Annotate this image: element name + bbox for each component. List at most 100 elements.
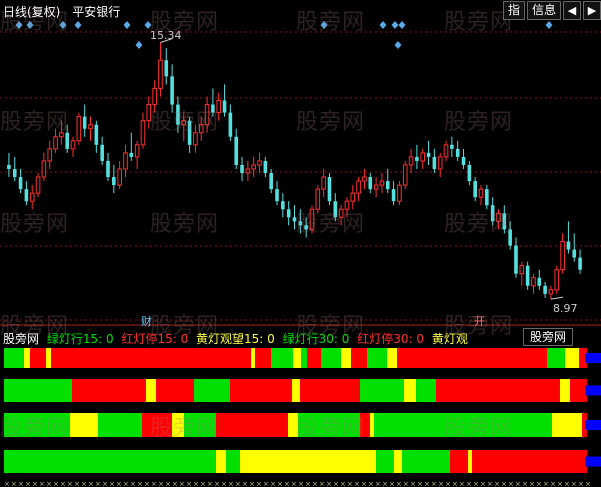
candle-body xyxy=(455,148,460,157)
candle-body xyxy=(309,208,315,230)
candle-body xyxy=(187,120,192,145)
candle-body xyxy=(65,132,69,149)
candle-body xyxy=(117,168,122,186)
signal-diamond xyxy=(15,21,23,29)
candle-body xyxy=(146,104,152,122)
axis-tick-mark: × xyxy=(389,480,395,487)
axis-tick-mark: × xyxy=(60,480,66,487)
candle-body xyxy=(12,168,17,178)
candle-body xyxy=(18,177,23,190)
axis-tick-mark: × xyxy=(81,480,87,487)
candle-body xyxy=(7,164,11,169)
arrow-left-icon[interactable]: ◀ xyxy=(563,1,581,20)
chart-header: 日线(复权) 平安银行 指 信息 ◀ ▶ xyxy=(0,0,601,20)
axis-tick-mark: × xyxy=(67,480,73,487)
candle-body xyxy=(193,132,198,146)
axis-tick-mark: × xyxy=(53,480,59,487)
candle-body xyxy=(269,173,273,190)
candle-body xyxy=(198,124,204,134)
signal-diamond xyxy=(26,21,34,29)
axis-tick-mark: × xyxy=(158,480,164,487)
signal-bar-segment xyxy=(436,379,560,402)
signal-bar-segment xyxy=(30,348,46,368)
signal-diamond xyxy=(394,41,402,49)
open-marker[interactable]: 开 xyxy=(474,313,485,329)
signal-bar-segment xyxy=(321,348,341,368)
candle-body xyxy=(140,120,146,146)
header-buttons: 指 信息 ◀ ▶ xyxy=(501,1,601,20)
axis-tick-mark: × xyxy=(466,480,472,487)
candle-body xyxy=(338,208,344,218)
axis-tick-mark: × xyxy=(179,480,185,487)
axis-tick-mark: × xyxy=(312,480,318,487)
candle-body xyxy=(315,188,321,210)
yellow-watch-15: 黄灯观望15: 0 xyxy=(196,332,275,346)
axis-tick-mark: × xyxy=(522,480,528,487)
yellow-watch: 黄灯观 xyxy=(431,332,468,346)
indicator-tab[interactable]: 股旁网 xyxy=(522,328,573,346)
candle-body xyxy=(263,160,268,174)
indicator-button[interactable]: 指 xyxy=(502,1,525,20)
candle-body xyxy=(41,160,47,178)
signal-row-blue-marker xyxy=(585,385,601,396)
axis-tick-mark: × xyxy=(571,480,577,487)
candle-body xyxy=(437,156,443,170)
candle-body xyxy=(397,184,402,202)
signal-bar-segment xyxy=(46,348,51,368)
signal-bar-segment xyxy=(156,379,194,402)
candle-body xyxy=(47,148,53,162)
candle-body xyxy=(222,100,227,113)
candle-body xyxy=(164,60,169,77)
signal-bar-segment xyxy=(4,413,70,437)
axis-tick-mark: × xyxy=(88,480,94,487)
axis-tick-mark: × xyxy=(144,480,150,487)
candle-body xyxy=(362,176,367,182)
signal-bar-segment xyxy=(450,450,468,473)
candle-body xyxy=(134,144,140,158)
axis-tick-mark: × xyxy=(494,480,500,487)
candle-body xyxy=(304,225,308,230)
axis-tick-mark: × xyxy=(459,480,465,487)
signal-bar-segment xyxy=(416,379,436,402)
candle-body xyxy=(281,201,285,210)
candle-body xyxy=(443,144,449,158)
signal-bar-segment xyxy=(370,413,374,437)
signal-bar-segment xyxy=(300,379,360,402)
indicator-source[interactable]: 股旁网 xyxy=(3,332,39,346)
signal-bar-segment xyxy=(301,348,307,368)
axis-tick-mark: × xyxy=(74,480,80,487)
axis-tick-mark: × xyxy=(445,480,451,487)
candle-body xyxy=(94,124,99,145)
candle-body xyxy=(76,116,82,142)
low-pointer xyxy=(550,296,564,300)
stock-name: 平安银行 xyxy=(72,5,121,19)
candle-body xyxy=(420,152,426,162)
candle-body xyxy=(578,257,582,270)
arrow-right-icon[interactable]: ▶ xyxy=(583,1,601,20)
candle-body xyxy=(170,76,174,105)
candle-body xyxy=(100,144,104,161)
axis-tick-mark: × xyxy=(39,480,45,487)
high-price-value: 15.34 xyxy=(150,29,182,42)
axis-tick-mark: × xyxy=(452,480,458,487)
axis-tick-mark: × xyxy=(165,480,171,487)
green-line-15: 绿灯行15: 0 xyxy=(46,332,114,346)
period-label[interactable]: 日线(复权) xyxy=(3,5,60,19)
signal-bar-segment xyxy=(472,450,587,473)
info-button[interactable]: 信息 xyxy=(526,1,561,20)
signal-diamond xyxy=(135,41,143,49)
candle-body xyxy=(502,213,507,230)
signal-bar-segment xyxy=(341,348,351,368)
candle-body xyxy=(531,277,536,287)
candle-body xyxy=(82,116,87,129)
axis-tick-mark: × xyxy=(102,480,108,487)
candle-body xyxy=(560,240,565,271)
candle-body xyxy=(478,188,484,198)
candle-body xyxy=(415,156,419,161)
candle-body xyxy=(432,156,437,169)
low-price-value: 8.97 xyxy=(553,302,578,315)
financial-report-marker[interactable]: 财 xyxy=(141,313,152,329)
candle-body xyxy=(106,160,110,178)
candle-body xyxy=(373,184,379,190)
signal-bar-segment xyxy=(402,450,450,473)
